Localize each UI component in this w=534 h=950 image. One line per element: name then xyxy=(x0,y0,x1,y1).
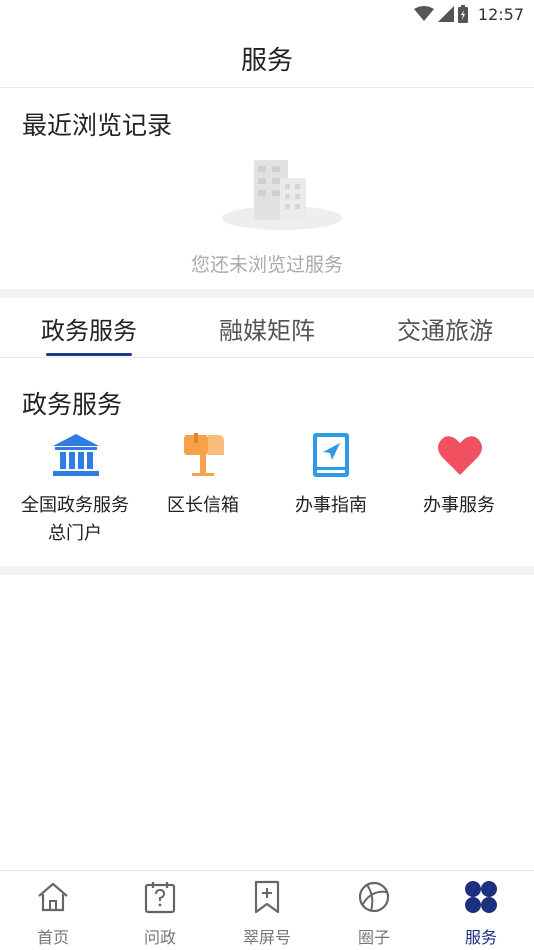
empty-text: 您还未浏览过服务 xyxy=(190,254,343,276)
status-icons: 12:57 xyxy=(413,4,524,24)
four-petal-icon xyxy=(465,881,497,913)
service-grid: 全国政务服务总门户 区长信箱 办事指南 办事服务 xyxy=(0,430,534,560)
heart-icon xyxy=(438,436,482,475)
recent-title: 最近浏览记录 xyxy=(22,111,173,140)
nav-label: 问政 xyxy=(143,928,176,947)
recent-section: 最近浏览记录 您还未浏览过服务 xyxy=(0,88,534,289)
tab-label: 融媒矩阵 xyxy=(219,316,315,345)
nav-label: 首页 xyxy=(36,928,69,947)
empty-building-icon xyxy=(222,160,342,230)
nav-home[interactable]: 首页 xyxy=(0,871,106,950)
wifi-icon xyxy=(413,6,434,21)
guide-book-icon xyxy=(313,433,349,477)
service-guide[interactable]: 办事指南 xyxy=(265,430,397,560)
tab-transport-travel[interactable]: 交通旅游 xyxy=(356,298,534,358)
bottom-nav: 首页 问政 翠屏号 圈子 服务 xyxy=(0,870,534,950)
tab-label: 政务服务 xyxy=(41,316,137,345)
service-label: 区长信箱 xyxy=(167,495,239,516)
nav-circle[interactable]: 圈子 xyxy=(321,871,427,950)
tab-indicator xyxy=(46,353,132,356)
nav-wenzheng[interactable]: 问政 xyxy=(107,871,213,950)
nav-service[interactable]: 服务 xyxy=(428,871,534,950)
header: 服务 xyxy=(0,30,534,88)
service-handling[interactable]: 办事服务 xyxy=(393,430,525,560)
section-title: 政务服务 xyxy=(22,390,123,419)
nav-cuiping[interactable]: 翠屏号 xyxy=(214,871,320,950)
nav-label: 服务 xyxy=(464,928,497,947)
tab-media-matrix[interactable]: 融媒矩阵 xyxy=(178,298,356,358)
mailbox-icon xyxy=(184,433,224,476)
page-title: 服务 xyxy=(240,46,293,76)
nav-label: 翠屏号 xyxy=(242,928,291,947)
circle-orbit-icon xyxy=(358,881,390,913)
tab-label: 交通旅游 xyxy=(397,316,493,345)
service-label: 办事指南 xyxy=(295,495,367,516)
divider xyxy=(0,289,534,298)
bank-icon xyxy=(53,434,99,476)
battery-icon xyxy=(457,5,468,23)
status-bar: 12:57 xyxy=(0,0,534,30)
bookmark-plus-icon xyxy=(254,880,280,914)
service-national-portal[interactable]: 全国政务服务总门户 xyxy=(9,430,141,560)
question-calendar-icon xyxy=(144,882,176,914)
service-label: 办事服务 xyxy=(423,495,495,516)
service-label: 全国政务服务总门户 xyxy=(21,495,129,544)
service-district-mailbox[interactable]: 区长信箱 xyxy=(137,430,269,560)
divider xyxy=(0,566,534,575)
tab-bar: 政务服务 融媒矩阵 交通旅游 xyxy=(0,298,534,358)
tab-gov-services[interactable]: 政务服务 xyxy=(0,298,178,358)
home-icon xyxy=(38,882,68,912)
nav-label: 圈子 xyxy=(357,928,390,947)
status-time: 12:57 xyxy=(477,4,524,24)
signal-icon xyxy=(437,6,454,22)
